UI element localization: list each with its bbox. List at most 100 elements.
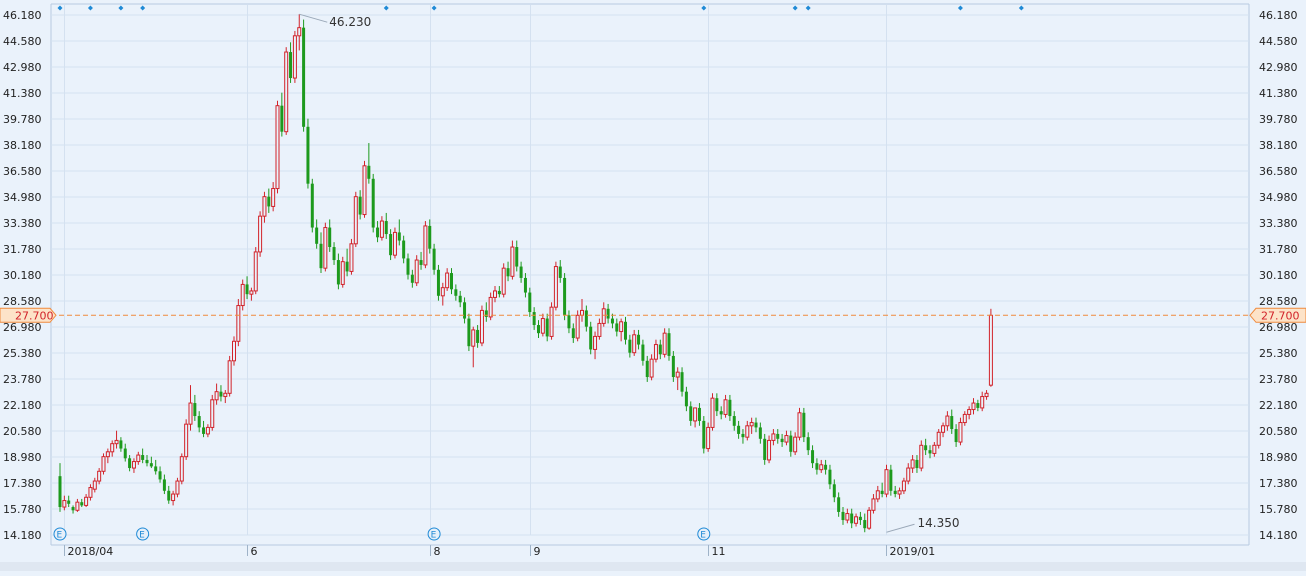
candle-body-down[interactable] [841, 511, 845, 521]
candle-body-down[interactable] [71, 507, 75, 511]
candle-body-down[interactable] [719, 411, 723, 415]
candle-body-down[interactable] [545, 318, 549, 337]
candle-body-down[interactable] [880, 490, 884, 495]
candle-body-up[interactable] [619, 321, 624, 333]
candle-body-up[interactable] [919, 444, 924, 469]
candle-body-down[interactable] [376, 227, 380, 238]
candle-body-down[interactable] [397, 232, 401, 241]
candle-body-down[interactable] [680, 372, 684, 392]
candle-body-up[interactable] [875, 490, 880, 500]
candle-body-up[interactable] [988, 314, 993, 386]
candle-body-down[interactable] [367, 165, 371, 179]
candle-body-down[interactable] [815, 463, 819, 470]
candle-body-down[interactable] [389, 234, 393, 256]
candle-body-up[interactable] [871, 498, 876, 511]
candle-body-down[interactable] [450, 273, 453, 290]
candle-body-down[interactable] [319, 243, 323, 269]
candle-body-up[interactable] [958, 422, 963, 443]
candle-body-down[interactable] [763, 438, 767, 460]
candle-body-up[interactable] [249, 290, 254, 295]
candle-body-down[interactable] [519, 266, 523, 278]
candle-body-up[interactable] [392, 231, 397, 256]
candle-body-down[interactable] [697, 407, 701, 421]
candle-body-down[interactable] [889, 469, 893, 491]
candle-body-down[interactable] [328, 227, 332, 248]
candle-body-up[interactable] [593, 335, 598, 350]
candle-body-down[interactable] [162, 479, 166, 491]
candle-body-down[interactable] [302, 27, 306, 127]
candle-body-up[interactable] [493, 290, 497, 298]
candle-body-down[interactable] [850, 513, 854, 524]
candle-body-down[interactable] [737, 425, 741, 434]
candle-body-down[interactable] [149, 463, 153, 467]
candle-body-down[interactable] [563, 277, 567, 316]
candle-body-down[interactable] [758, 427, 762, 439]
candle-body-down[interactable] [715, 398, 719, 412]
candle-body-up[interactable] [88, 487, 93, 498]
candle-body-down[interactable] [637, 334, 641, 345]
candle-body-up[interactable] [867, 509, 872, 529]
candle-body-down[interactable] [537, 325, 540, 334]
candle-body-down[interactable] [467, 318, 471, 347]
candle-body-up[interactable] [214, 391, 219, 401]
candle-body-up[interactable] [84, 496, 89, 506]
candle-body-down[interactable] [832, 484, 836, 498]
candle-body-up[interactable] [662, 332, 667, 355]
candle-body-up[interactable] [706, 426, 711, 450]
candle-body-up[interactable] [749, 422, 754, 427]
candle-body-up[interactable] [271, 188, 276, 207]
candle-body-up[interactable] [501, 267, 506, 295]
candle-body-down[interactable] [384, 221, 388, 235]
candle-body-up[interactable] [710, 397, 715, 428]
candle-body-down[interactable] [615, 323, 619, 332]
candle-body-down[interactable] [506, 268, 510, 277]
candle-body-down[interactable] [358, 196, 362, 215]
candle-body-down[interactable] [454, 289, 458, 296]
candle-body-down[interactable] [476, 329, 480, 343]
candle-body-down[interactable] [950, 416, 954, 430]
candle-body-up[interactable] [97, 470, 102, 482]
candle-body-down[interactable] [463, 302, 467, 319]
candle-body-up[interactable] [253, 251, 258, 292]
candle-body-down[interactable] [123, 448, 127, 459]
candle-body-up[interactable] [601, 308, 606, 324]
candle-body-down[interactable] [628, 339, 632, 353]
candle-body-down[interactable] [154, 466, 158, 472]
candle-body-down[interactable] [863, 520, 867, 529]
candle-body-up[interactable] [227, 360, 232, 394]
candle-body-up[interactable] [597, 322, 602, 337]
candle-body-up[interactable] [210, 399, 215, 428]
candle-body-up[interactable] [205, 426, 210, 435]
candle-body-down[interactable] [645, 360, 649, 378]
candle-body-up[interactable] [440, 287, 445, 297]
candle-body-up[interactable] [297, 27, 302, 37]
candle-body-down[interactable] [497, 290, 501, 295]
candle-body-down[interactable] [858, 516, 862, 521]
candle-body-down[interactable] [741, 433, 745, 438]
candle-body-down[interactable] [954, 429, 958, 443]
candle-body-down[interactable] [667, 333, 671, 356]
candle-body-up[interactable] [349, 243, 354, 272]
candle-body-up[interactable] [131, 461, 136, 469]
candle-body-down[interactable] [610, 318, 614, 324]
candle-body-up[interactable] [136, 454, 141, 463]
candle-body-up[interactable] [75, 501, 80, 511]
candle-body-down[interactable] [202, 427, 206, 434]
scrollbar-track[interactable] [0, 562, 1306, 571]
candle-body-down[interactable] [484, 310, 488, 317]
candle-body-down[interactable] [532, 312, 536, 326]
candle-body-down[interactable] [754, 422, 758, 428]
candle-body-down[interactable] [828, 469, 832, 485]
candle-body-up[interactable] [110, 443, 115, 453]
candle-body-up[interactable] [910, 459, 915, 469]
candle-body-up[interactable] [353, 196, 358, 245]
candle-body-down[interactable] [571, 328, 575, 339]
candle-body-down[interactable] [584, 310, 588, 327]
candle-body-up[interactable] [675, 371, 680, 378]
candle-body-up[interactable] [967, 409, 972, 415]
candle-body-up[interactable] [819, 464, 824, 471]
candle-body-up[interactable] [980, 396, 985, 409]
candle-body-down[interactable] [624, 321, 627, 340]
candle-body-down[interactable] [658, 344, 662, 355]
candle-body-up[interactable] [62, 500, 67, 508]
